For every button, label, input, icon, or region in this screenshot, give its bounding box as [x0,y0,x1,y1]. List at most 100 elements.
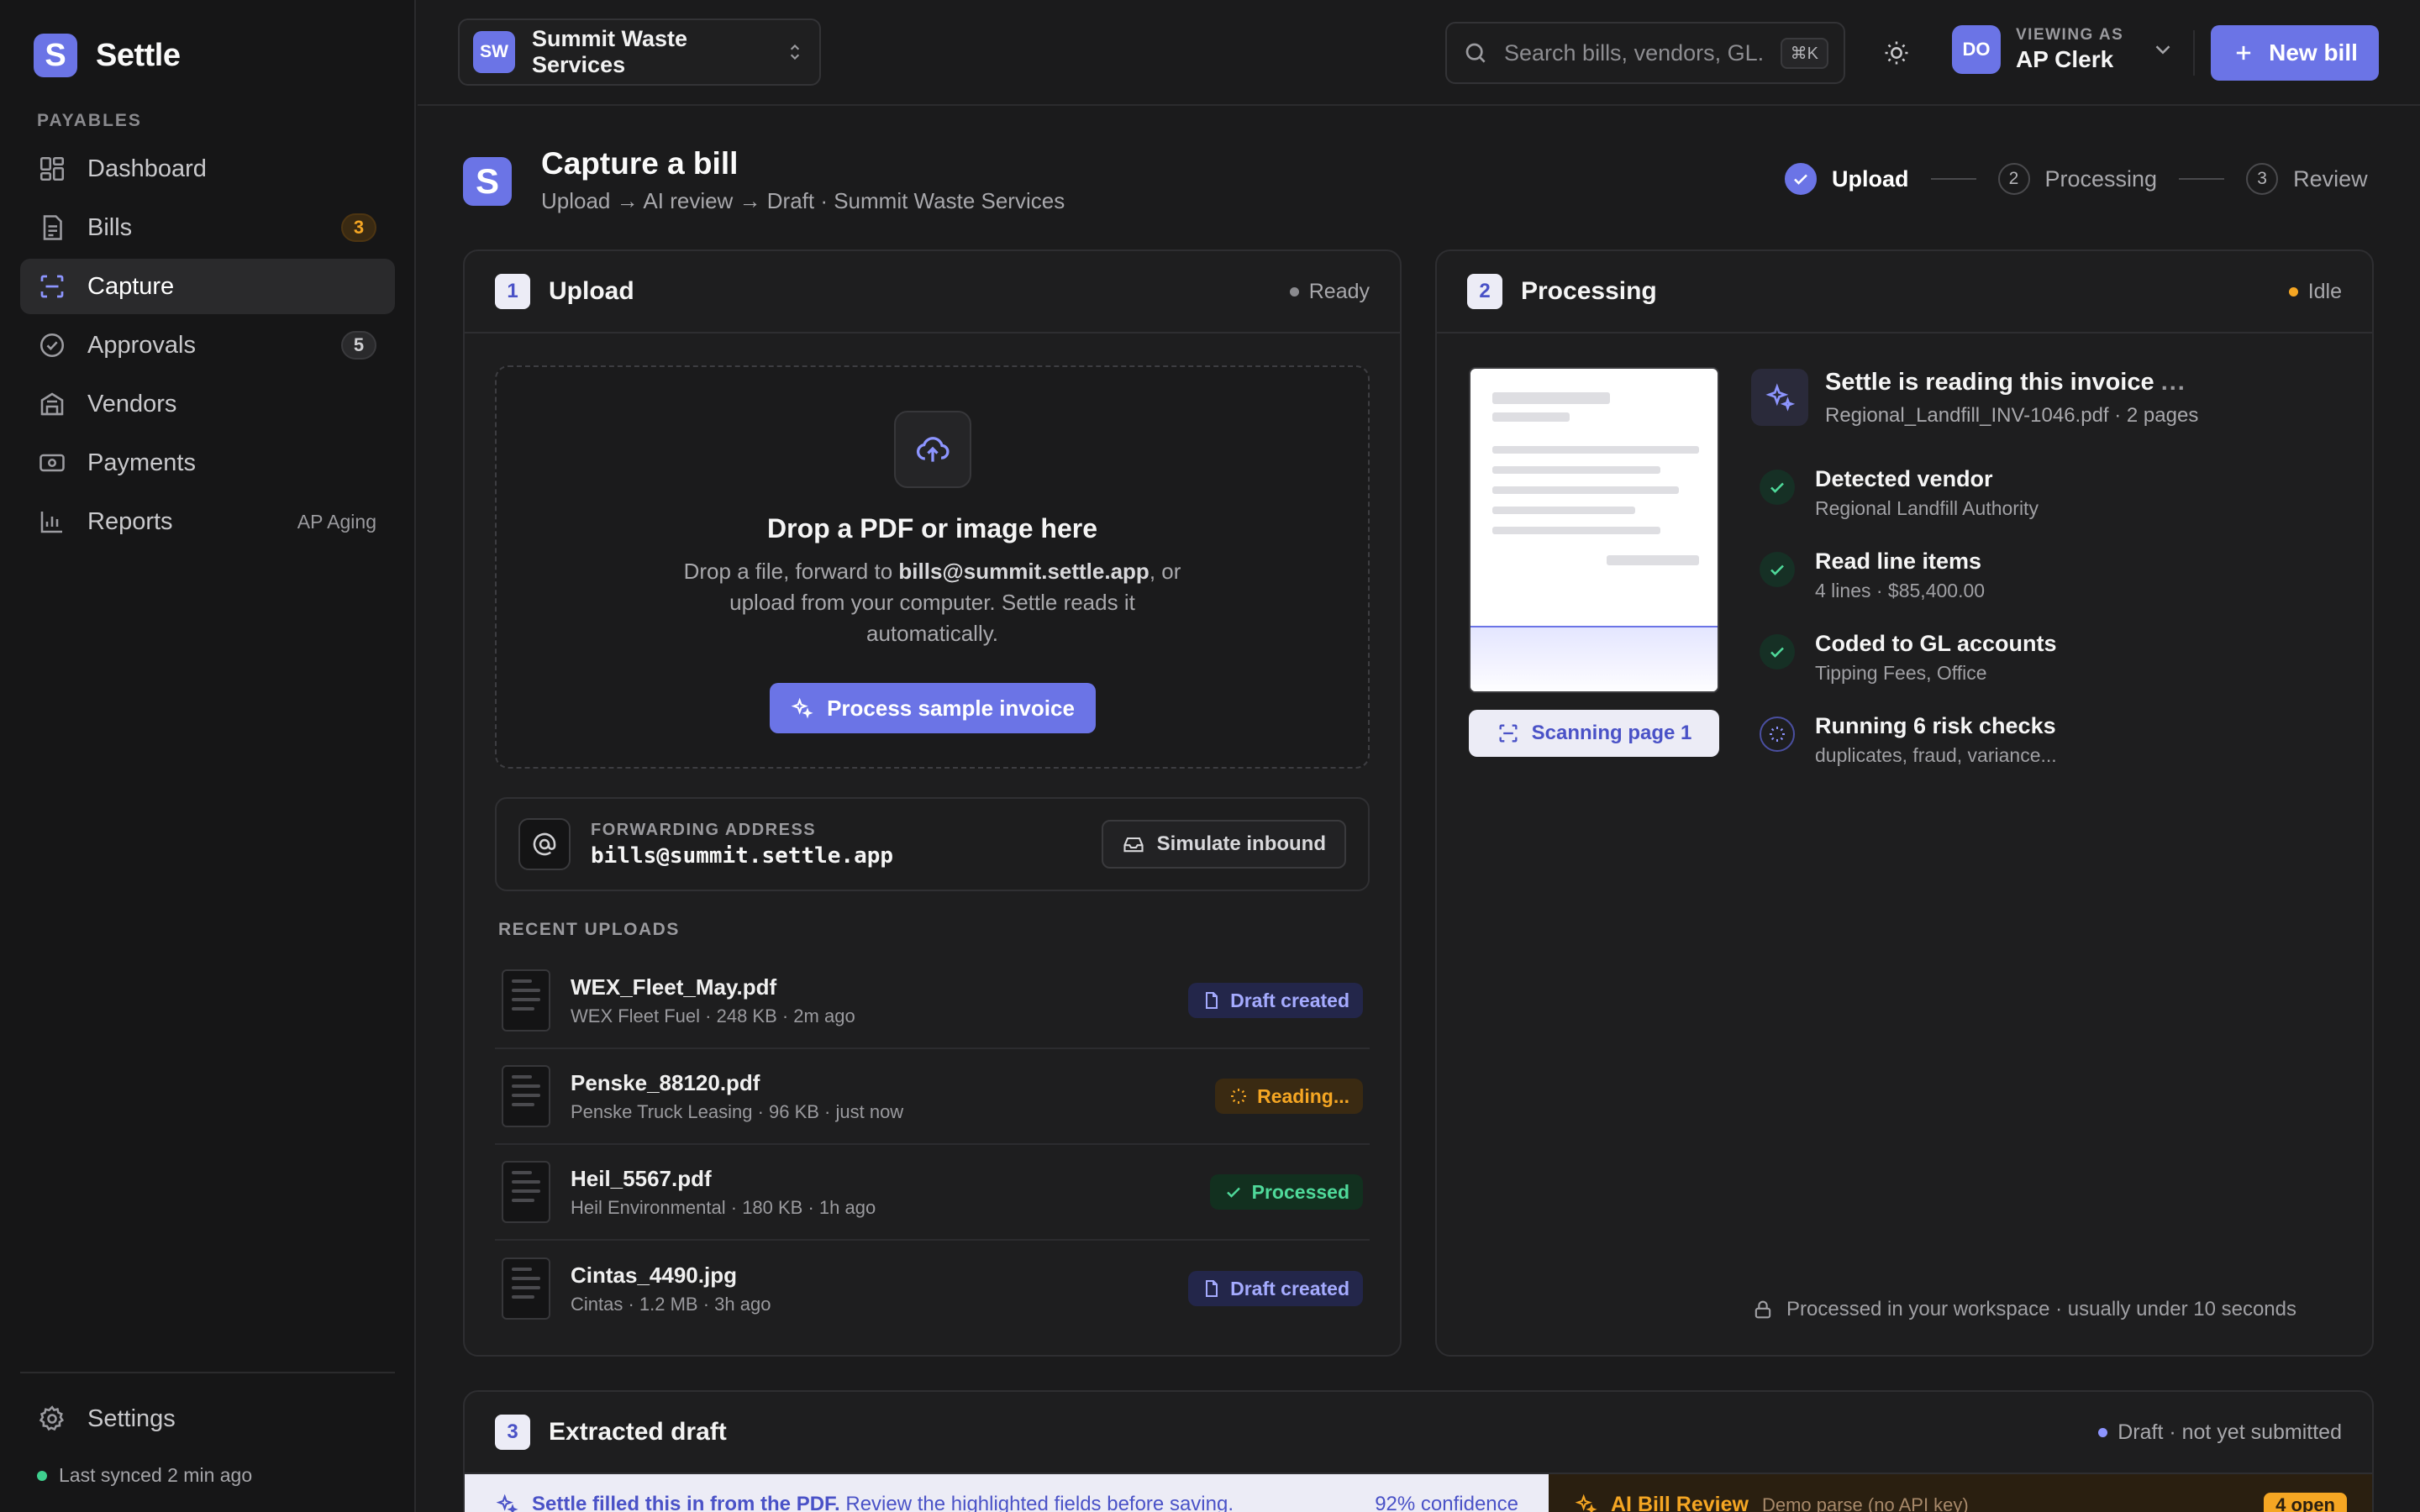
forwarding-meta: FORWARDING ADDRESS bills@summit.settle.a… [591,821,1081,869]
processing-card-title: Processing [1521,277,1657,305]
confidence-score: 92% confidence [1375,1493,1518,1512]
scanning-indicator: Scanning page 1 [1469,710,1719,757]
check-title: Detected vendor [1815,466,1993,491]
draft-status: Draft · not yet submitted [2098,1420,2342,1445]
sidebar: S Settle PAYABLES Dashboard Bills 3 Capt… [0,0,416,1512]
processing-card: 2 Processing Idle Scanning page 1 Settle… [1435,249,2374,1357]
preview-line [1492,446,1699,454]
sparkles-icon [790,696,813,720]
extraction-banner-text: Settle filled this in from the PDF. Revi… [532,1493,1361,1512]
check-item: Detected vendor Regional Landfill Author… [1751,461,2339,543]
step-label: Review [2293,165,2368,192]
user-menu[interactable]: DO VIEWING AS AP Clerk [1952,25,2175,74]
step-upload[interactable]: Upload [1785,163,1909,195]
reading-title: Settle is reading this invoice ... [1825,369,2186,396]
preview-line [1492,486,1679,494]
section-number: 1 [495,274,530,309]
step-label: Upload [1832,165,1909,192]
new-bill-button[interactable]: New bill [2211,25,2379,81]
status-dot [2288,286,2298,297]
check-item: Read line items 4 lines · $85,400.00 [1751,543,2339,626]
upload-filename: WEX_Fleet_May.pdf [571,974,777,1000]
org-avatar: SW [473,31,515,73]
brand[interactable]: S Settle [34,34,181,77]
check-text: Detected vendor Regional Landfill Author… [1815,461,2039,520]
upload-details: Heil Environmental · 180 KB · 1h ago [571,1196,876,1218]
user-meta: VIEWING AS AP Clerk [2016,26,2123,73]
list-item[interactable]: WEX_Fleet_May.pdf WEX Fleet Fuel · 248 K… [495,953,1370,1049]
step-processing[interactable]: 2 Processing [1997,163,2157,195]
step-review[interactable]: 3 Review [2246,163,2368,195]
list-item[interactable]: Heil_5567.pdf Heil Environmental · 180 K… [495,1145,1370,1241]
lock-icon [1751,1298,1775,1321]
extraction-banner: Settle filled this in from the PDF. Revi… [465,1474,1549,1512]
processing-footer-text: Processed in your workspace · usually un… [1786,1298,2296,1320]
sidebar-item-vendors[interactable]: Vendors [20,376,395,432]
scan-icon [1497,722,1520,745]
preview-line [1492,507,1635,514]
check-text: Coded to GL accounts Tipping Fees, Offic… [1815,626,2057,685]
scanning-label: Scanning page 1 [1531,722,1692,744]
sidebar-settings-wrap: Settings [20,1391,395,1450]
check-item: Running 6 risk checks duplicates, fraud,… [1751,708,2339,790]
draft-card-header: 3 Extracted draft Draft · not yet submit… [465,1392,2372,1474]
capture-icon [37,271,67,302]
org-name: Summit Waste Services [532,26,688,77]
sidebar-item-bills[interactable]: Bills 3 [20,200,395,255]
approvals-icon [37,330,67,360]
cloud-upload-icon [893,411,971,488]
list-item[interactable]: Penske_88120.pdf Penske Truck Leasing · … [495,1049,1370,1145]
list-item[interactable]: Cintas_4490.jpg Cintas · 1.2 MB · 3h ago… [495,1241,1370,1336]
sidebar-item-label: Capture [87,272,175,300]
sidebar-divider [20,1372,395,1373]
sidebar-item-label: Settings [87,1404,176,1432]
check-subtitle: Tipping Fees, Office [1815,662,1987,684]
process-sample-button[interactable]: Process sample invoice [769,683,1096,733]
draft-status-text: Draft · not yet submitted [2118,1420,2342,1444]
sidebar-item-label: Reports [87,507,173,535]
sidebar-item-dashboard[interactable]: Dashboard [20,141,395,197]
bills-icon [37,213,67,243]
capture-stepper: Upload 2 Processing 3 Review [1785,163,2368,195]
upload-card: 1 Upload Ready Drop a PDF or image here … [463,249,1402,1357]
ai-bill-review-panel[interactable]: AI Bill Review Demo parse (no API key) 4… [1549,1474,2372,1512]
page-logo: S [463,157,512,206]
viewing-as-label: VIEWING AS [2016,26,2124,44]
check-subtitle: Regional Landfill Authority [1815,497,2039,519]
check-icon [1760,552,1795,587]
plus-icon [2232,41,2255,65]
scan-highlight [1470,626,1718,691]
sidebar-item-payments[interactable]: Payments [20,435,395,491]
upload-status: Ready [1289,280,1370,304]
sidebar-item-reports[interactable]: Reports AP Aging [20,494,395,549]
org-switcher[interactable]: SW Summit Waste Services [458,18,821,86]
sidebar-item-capture[interactable]: Capture [20,259,395,314]
forwarding-address[interactable]: bills@summit.settle.app [591,843,1081,869]
status-badge: Draft created [1188,1271,1363,1306]
topbar-divider [2193,30,2195,76]
extracted-draft-card: 3 Extracted draft Draft · not yet submit… [463,1390,2374,1512]
status-badge: Draft created [1188,983,1363,1018]
preview-line [1492,527,1660,534]
sync-status: Last synced 2 min ago [37,1464,252,1487]
status-dot [2098,1427,2108,1437]
upload-card-title: Upload [549,277,634,305]
search-input[interactable]: Search bills, vendors, GL... ⌘K [1445,22,1845,84]
search-placeholder: Search bills, vendors, GL... [1504,39,1765,66]
draft-banner-strip: Settle filled this in from the PDF. Revi… [465,1474,2372,1512]
ai-review-title: AI Bill Review [1611,1493,1749,1512]
sync-status-text: Last synced 2 min ago [59,1464,253,1486]
extraction-banner-rest: Review the highlighted fields before sav… [839,1493,1234,1512]
simulate-inbound-button[interactable]: Simulate inbound [1101,820,1346,869]
draft-card-title: Extracted draft [549,1418,727,1446]
sidebar-item-approvals[interactable]: Approvals 5 [20,318,395,373]
sidebar-item-label: Dashboard [87,155,207,182]
sidebar-item-settings[interactable]: Settings [20,1391,395,1446]
gear-icon [37,1404,67,1434]
file-dropzone[interactable]: Drop a PDF or image here Drop a file, fo… [495,365,1370,769]
theme-toggle-button[interactable] [1876,32,1918,74]
status-badge-text: Draft created [1230,989,1349,1011]
status-badge-text: Draft created [1230,1277,1349,1299]
reports-icon [37,507,67,537]
check-text: Read line items 4 lines · $85,400.00 [1815,543,1985,602]
